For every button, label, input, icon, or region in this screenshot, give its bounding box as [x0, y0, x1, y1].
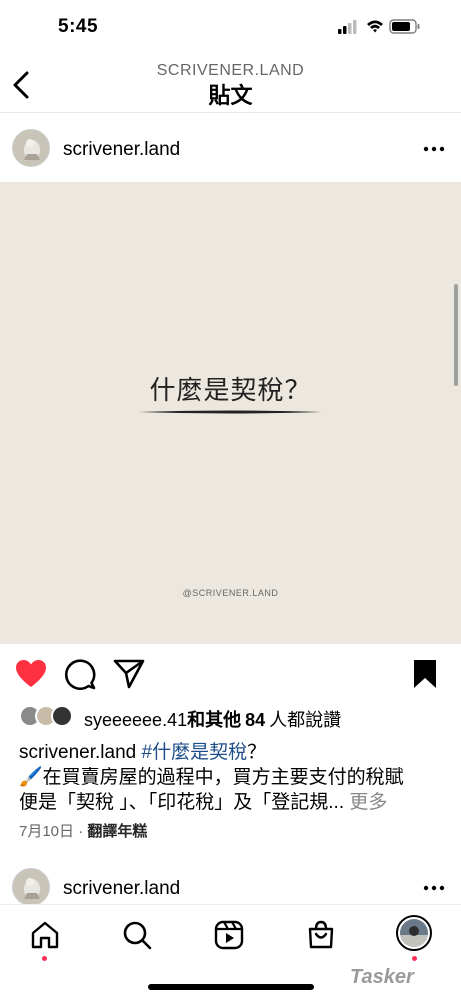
avatar[interactable]: [12, 129, 50, 167]
shop-bag-icon[interactable]: [305, 919, 337, 951]
avatar-image: [13, 130, 49, 166]
liker-username[interactable]: syeeeeee.41: [84, 710, 187, 730]
profile-avatar-icon: [400, 919, 428, 947]
bottom-nav: [0, 904, 461, 969]
image-heading: 什麼是契稅？: [149, 375, 312, 405]
page-title: 貼文: [208, 83, 253, 108]
caption-line-1: 在買賣房屋的過程中，買方主要支付的稅賦: [42, 767, 404, 788]
tasker-watermark: Tasker: [350, 966, 414, 988]
profile-notification-dot: [412, 956, 417, 961]
scrollbar[interactable]: [454, 284, 458, 386]
likes-count: 84: [245, 710, 266, 730]
liked-heart-icon[interactable]: [14, 657, 48, 691]
caption-hashtag-suffix: ？: [247, 742, 267, 763]
battery-icon: [389, 19, 420, 34]
image-watermark: @SCRIVENER.LAND: [182, 588, 279, 598]
meta-separator: ·: [78, 823, 88, 840]
next-post-more-options-icon[interactable]: [423, 884, 445, 892]
likes-summary[interactable]: syeeeeee.41和其他 84 人都說讚: [84, 706, 341, 732]
caption-more-link[interactable]: 更多: [349, 792, 387, 813]
avatar-image: [13, 869, 49, 905]
home-icon[interactable]: [29, 919, 61, 951]
share-icon[interactable]: [112, 657, 146, 691]
home-notification-dot: [42, 956, 47, 961]
comment-icon[interactable]: [63, 657, 97, 691]
cellular-signal-icon: [338, 20, 357, 34]
liker-avatar: [51, 705, 73, 727]
saved-bookmark-icon[interactable]: [408, 657, 442, 691]
home-indicator[interactable]: [148, 984, 314, 990]
post-meta: 7月10日 · 翻譯年糕: [19, 820, 147, 841]
paintbrush-emoji: 🖌️: [19, 767, 43, 788]
caption-username[interactable]: scrivener.land: [19, 742, 136, 763]
next-post-avatar[interactable]: [12, 868, 50, 906]
post-caption: scrivener.land #什麼是契稅？ 🖌️在買賣房屋的過程中，買方主要支…: [19, 740, 449, 815]
caption-hashtag[interactable]: #什麼是契稅: [142, 742, 248, 763]
status-icons: [338, 19, 420, 34]
next-post-username[interactable]: scrivener.land: [63, 878, 180, 900]
search-icon[interactable]: [121, 919, 153, 951]
post-date: 7月10日: [19, 823, 75, 840]
image-underline: [138, 410, 322, 414]
translate-link[interactable]: 翻譯年糕: [87, 823, 147, 840]
status-time: 5:45: [58, 16, 99, 37]
header-divider: [0, 112, 461, 113]
wifi-icon: [367, 20, 383, 33]
more-options-icon[interactable]: [423, 145, 445, 153]
likes-suffix: 人都說讚: [269, 710, 342, 730]
likes-and-others: 和其他: [187, 710, 242, 730]
profile-tab[interactable]: [396, 915, 432, 951]
post-username[interactable]: scrivener.land: [63, 139, 180, 161]
caption-line-2: 便是「契稅 」、「印花稅」及「登記規...: [19, 792, 345, 813]
reels-icon[interactable]: [213, 919, 245, 951]
